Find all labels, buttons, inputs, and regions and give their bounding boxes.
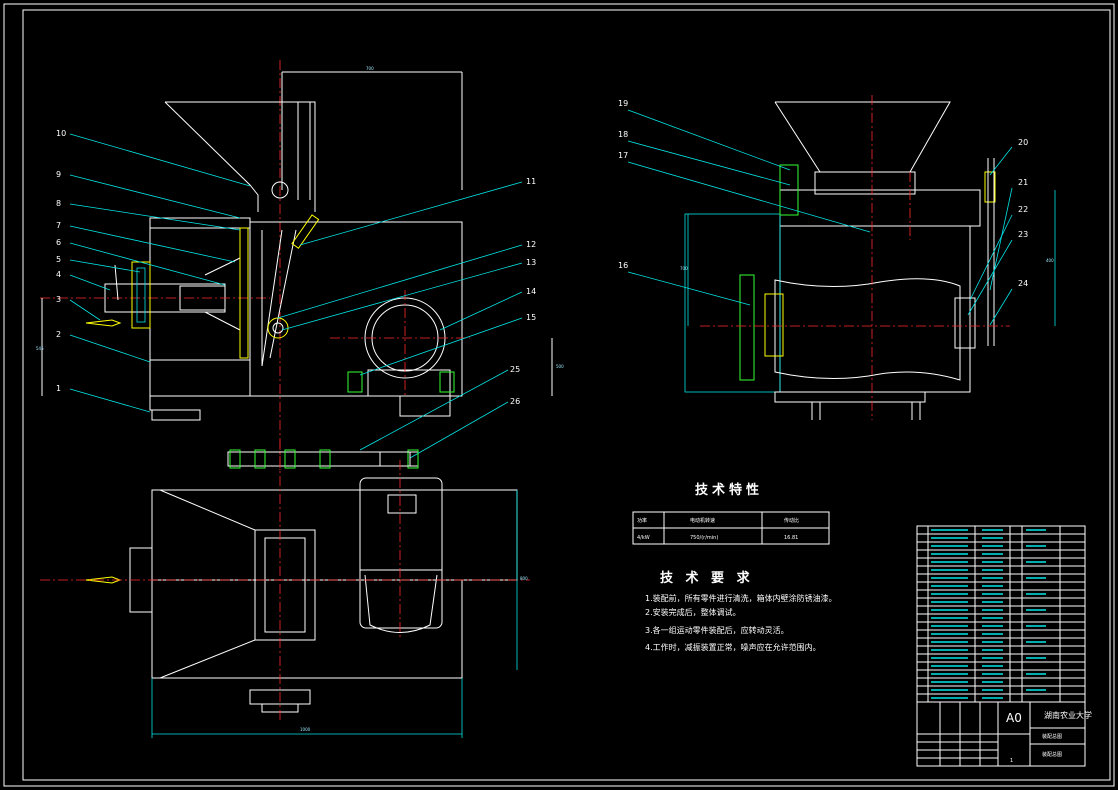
school-name: 湖南农业大学	[1044, 710, 1092, 720]
part-number: 15	[526, 313, 536, 322]
tech-characteristics: 技术特性 功率 电动机转速 传动比 4/kW 750/(r/min) 16.81	[632, 482, 830, 545]
part-number: 25	[510, 365, 520, 374]
svg-text:1000: 1000	[300, 727, 311, 732]
part-number: 17	[618, 151, 628, 160]
svg-text:545: 545	[36, 346, 44, 351]
tech-requirement-item: 3.各一组运动零件装配后，应转动灵活。	[645, 625, 789, 635]
drawing-name: 装配总图	[1042, 751, 1062, 758]
side-leaders	[627, 109, 1013, 326]
part-number: 5	[56, 255, 61, 264]
svg-text:500: 500	[556, 364, 564, 369]
tech-requirement-item: 1.装配前，所有零件进行清洗，箱体内壁涂防锈油漆。	[645, 593, 837, 603]
part-number: 6	[56, 238, 61, 247]
tech-header: 电动机转速	[690, 517, 715, 524]
svg-text:700: 700	[366, 66, 374, 71]
tech-requirements-title: 技 术 要 求	[660, 570, 754, 586]
part-number: 16	[618, 261, 628, 270]
tech-cell: 4/kW	[637, 535, 650, 541]
part-number: 12	[526, 240, 536, 249]
parts-list	[916, 525, 1086, 703]
part-number: 10	[56, 129, 66, 138]
part-number: 3	[56, 295, 61, 304]
outer-frame	[3, 3, 1115, 787]
part-number: 11	[526, 177, 536, 186]
tech-characteristics-title: 技术特性	[695, 482, 763, 498]
scale-code: A0	[1006, 711, 1022, 725]
tech-cell: 750/(r/min)	[690, 535, 718, 541]
part-number: 21	[1018, 178, 1028, 187]
part-number: 2	[56, 330, 61, 339]
sheet-number: 1	[1010, 758, 1013, 764]
tech-requirement-item: 2.安装完成后，整体调试。	[645, 607, 741, 617]
part-number: 4	[56, 270, 61, 279]
tech-requirements: 技 术 要 求 1.装配前，所有零件进行清洗，箱体内壁涂防锈油漆。 2.安装完成…	[645, 570, 837, 652]
part-number: 24	[1018, 279, 1028, 288]
part-number: 20	[1018, 138, 1028, 147]
front-view: 700 500 545	[36, 60, 564, 470]
front-part-numbers: 10 9 8 7 6 5 4 3 2 1 11 12 13 14 15 25 2…	[56, 129, 536, 406]
part-number: 23	[1018, 230, 1028, 239]
part-number: 8	[56, 199, 61, 208]
tech-header: 传动比	[784, 517, 799, 524]
part-number: 9	[56, 170, 61, 179]
part-number: 1	[56, 384, 61, 393]
tech-requirement-item: 4.工作时，减振装置正常，噪声应在允许范围内。	[645, 642, 821, 652]
side-view: 400 700	[680, 95, 1056, 420]
title-block: A0 湖南农业大学 装配总图 装配总图 1	[916, 701, 1092, 767]
part-number: 13	[526, 258, 536, 267]
part-number: 19	[618, 99, 628, 108]
front-leaders	[69, 133, 523, 459]
cad-drawing: 700 500 545 10 9 8 7 6 5 4 3 2 1 11 12 1…	[3, 3, 1115, 787]
svg-text:400: 400	[1046, 258, 1054, 263]
part-number: 14	[526, 287, 536, 296]
part-number: 7	[56, 221, 61, 230]
svg-text:700: 700	[680, 266, 688, 271]
top-view: 1000 800	[40, 440, 530, 738]
svg-text:800: 800	[520, 576, 528, 581]
part-number: 18	[618, 130, 628, 139]
tech-header: 功率	[637, 517, 647, 524]
tech-cell: 16.81	[784, 535, 798, 541]
part-number: 22	[1018, 205, 1028, 214]
inner-frame	[22, 9, 1111, 781]
part-number: 26	[510, 397, 520, 406]
drawing-name: 装配总图	[1042, 733, 1062, 740]
